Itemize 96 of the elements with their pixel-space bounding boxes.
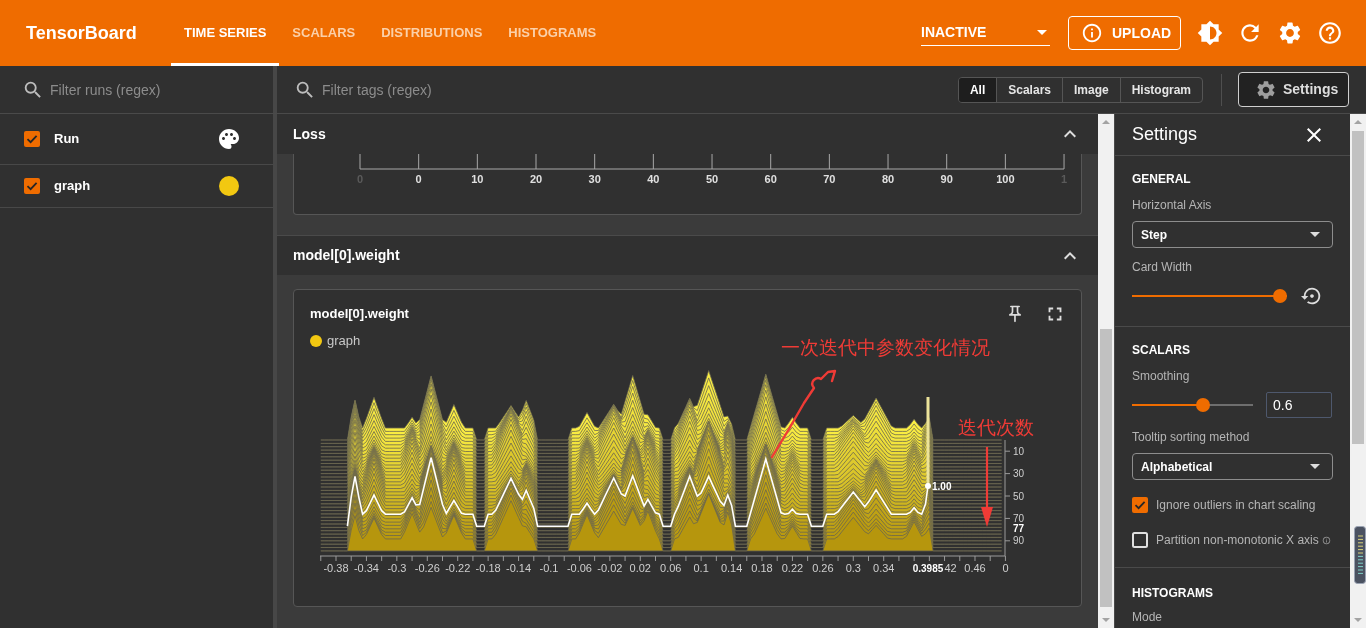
annotation-text: 一次迭代中参数变化情况 <box>781 337 990 359</box>
field-label: Smoothing <box>1132 369 1191 383</box>
axis-tick-label: 0.26 <box>812 562 834 574</box>
field-label: Tooltip sorting method <box>1132 430 1251 444</box>
runs-filter-input[interactable]: Filter runs (regex) <box>50 77 250 102</box>
axis-tick-label: 42 <box>944 562 957 574</box>
axis-tick-label: 30 <box>588 173 601 185</box>
settings-icon[interactable] <box>1277 20 1303 46</box>
axis-tick-label: -0.06 <box>566 562 592 574</box>
axis-tick-label: 0.02 <box>629 562 651 574</box>
axis-tick-label: 50 <box>705 173 719 185</box>
axis-tick-label: 40 <box>647 173 660 185</box>
hover-value-label: 1.00 <box>932 480 952 492</box>
section-heading: SCALARS <box>1132 343 1191 357</box>
hover-x-label: 0.3985 <box>912 562 944 574</box>
panel-title: Settings <box>1132 123 1198 146</box>
filter-tab[interactable]: Image <box>1061 77 1120 102</box>
checkbox[interactable] <box>24 178 40 194</box>
axis-tick-label: -0.18 <box>475 562 501 574</box>
axis-tick-label: 70 <box>1013 512 1025 524</box>
slider-thumb[interactable] <box>1273 289 1287 303</box>
axis-tick-label: 70 <box>823 173 836 185</box>
field-label: Card Width <box>1132 260 1194 274</box>
gear-icon <box>1255 78 1277 101</box>
checkbox-label: Ignore outliers in chart scaling <box>1156 497 1316 514</box>
axis-tick-label: -0.1 <box>539 562 559 574</box>
axis-tick-label: 90 <box>940 173 953 185</box>
axis-tick-label: 0.22 <box>781 562 804 574</box>
card-title: model[0].weight <box>310 305 409 324</box>
axis-tick-label: 0.1 <box>693 562 709 574</box>
field-label: Horizontal Axis <box>1132 198 1213 212</box>
scrollbar-thumb[interactable] <box>1352 131 1364 444</box>
slider-track[interactable] <box>1132 398 1253 412</box>
run-label: Run <box>54 130 80 149</box>
axis-tick-label: 90 <box>1013 535 1025 547</box>
axis-tick-label: 50 <box>1013 490 1025 502</box>
caret-icon <box>1310 232 1320 237</box>
section-heading: GENERAL <box>1132 172 1192 186</box>
smoothing-input[interactable]: 0.6 <box>1266 392 1332 418</box>
axis-tick-label: 0.3 <box>845 562 861 574</box>
checkbox[interactable] <box>1132 497 1148 513</box>
caret-icon <box>1037 30 1047 35</box>
tags-filter-input[interactable]: Filter tags (regex) <box>322 77 622 102</box>
info-icon <box>1081 22 1103 44</box>
checkbox[interactable] <box>1132 532 1148 548</box>
slider-track[interactable] <box>1132 289 1287 303</box>
axis-tick-label: 20 <box>529 173 543 185</box>
axis-tick-label: -0.02 <box>597 562 623 574</box>
filter-tab[interactable]: Scalars <box>996 77 1062 102</box>
dropdown[interactable]: Step <box>1132 221 1333 248</box>
axis-tick-label: 80 <box>881 173 895 185</box>
scrollbar[interactable] <box>1098 114 1114 628</box>
group-title: Loss <box>293 124 326 144</box>
axis-tick-label: -0.34 <box>353 562 379 574</box>
axis-tick-label: -0.3 <box>387 562 407 574</box>
group-title: model[0].weight <box>293 246 400 265</box>
axis-tick-label: 0 <box>1002 562 1009 574</box>
axis-tick-label: 10 <box>471 173 484 185</box>
axis-tick-label: 100 <box>996 173 1015 185</box>
axis-tick-label: 0.18 <box>751 562 773 574</box>
brightness-icon[interactable] <box>1197 20 1223 46</box>
filter-tab[interactable]: All <box>958 77 997 102</box>
filter-tab[interactable]: Histogram <box>1119 77 1202 102</box>
app-title: TensorBoard <box>26 21 137 45</box>
run-label: graph <box>54 177 91 196</box>
section-heading: HISTOGRAMS <box>1132 586 1215 600</box>
info-icon[interactable] <box>1321 535 1331 545</box>
dropdown[interactable]: Alphabetical <box>1132 453 1333 480</box>
slider-thumb[interactable] <box>1196 398 1211 412</box>
field-label: Mode <box>1132 610 1164 624</box>
axis-tick-label: 10 <box>1013 445 1025 457</box>
annotation-text: 迭代次数 <box>958 417 1034 439</box>
scrollbar[interactable] <box>1350 114 1366 628</box>
checkbox[interactable] <box>24 131 40 147</box>
scrollbar-thumb[interactable] <box>1100 329 1112 607</box>
axis-tick-label: 0.06 <box>660 562 682 574</box>
axis-tick-label: 0.34 <box>873 562 895 574</box>
meter-tab-icon[interactable] <box>1354 526 1366 584</box>
axis-tick-label: 0.14 <box>720 562 743 574</box>
axis-tick-label: 0.46 <box>964 562 986 574</box>
axis-tick-label: 30 <box>1013 468 1025 480</box>
help-icon[interactable] <box>1317 20 1343 46</box>
hover-point-icon <box>925 483 931 489</box>
checkbox-label: Partition non-monotonic X axis <box>1156 532 1319 549</box>
axis-tick-label: 0 <box>415 173 422 185</box>
settings-button[interactable]: Settings <box>1238 72 1349 107</box>
palette-icon[interactable] <box>217 127 241 151</box>
caret-icon <box>1310 464 1320 469</box>
reset-icon[interactable] <box>1301 285 1323 307</box>
axis-tick-label: -0.22 <box>445 562 471 574</box>
hover-step-label: 77 <box>1013 523 1025 534</box>
legend-label: graph <box>327 332 361 351</box>
axis-tick-label: -0.38 <box>323 562 349 574</box>
axis-tick-label: 60 <box>764 173 777 185</box>
axis-tick-label: -0.14 <box>506 562 532 574</box>
axis-tick-label: -0.26 <box>414 562 440 574</box>
